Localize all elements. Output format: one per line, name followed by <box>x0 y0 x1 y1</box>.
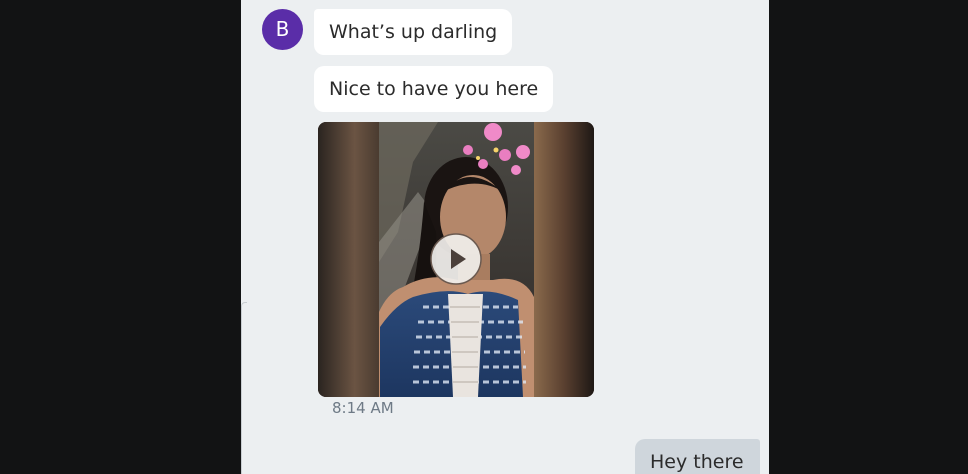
message-timestamp: 8:14 AM <box>332 399 394 417</box>
panel-divider <box>241 302 247 474</box>
avatar[interactable]: B <box>262 9 303 50</box>
play-button[interactable] <box>429 232 483 286</box>
video-message-thumbnail[interactable] <box>318 122 594 397</box>
play-icon <box>430 233 482 285</box>
outgoing-message-bubble[interactable]: Hey there <box>635 439 760 474</box>
screen: B What’s up darling Nice to have you her… <box>0 0 968 474</box>
incoming-message-bubble[interactable]: Nice to have you here <box>314 66 554 112</box>
incoming-message-bubble[interactable]: What’s up darling <box>314 9 513 55</box>
